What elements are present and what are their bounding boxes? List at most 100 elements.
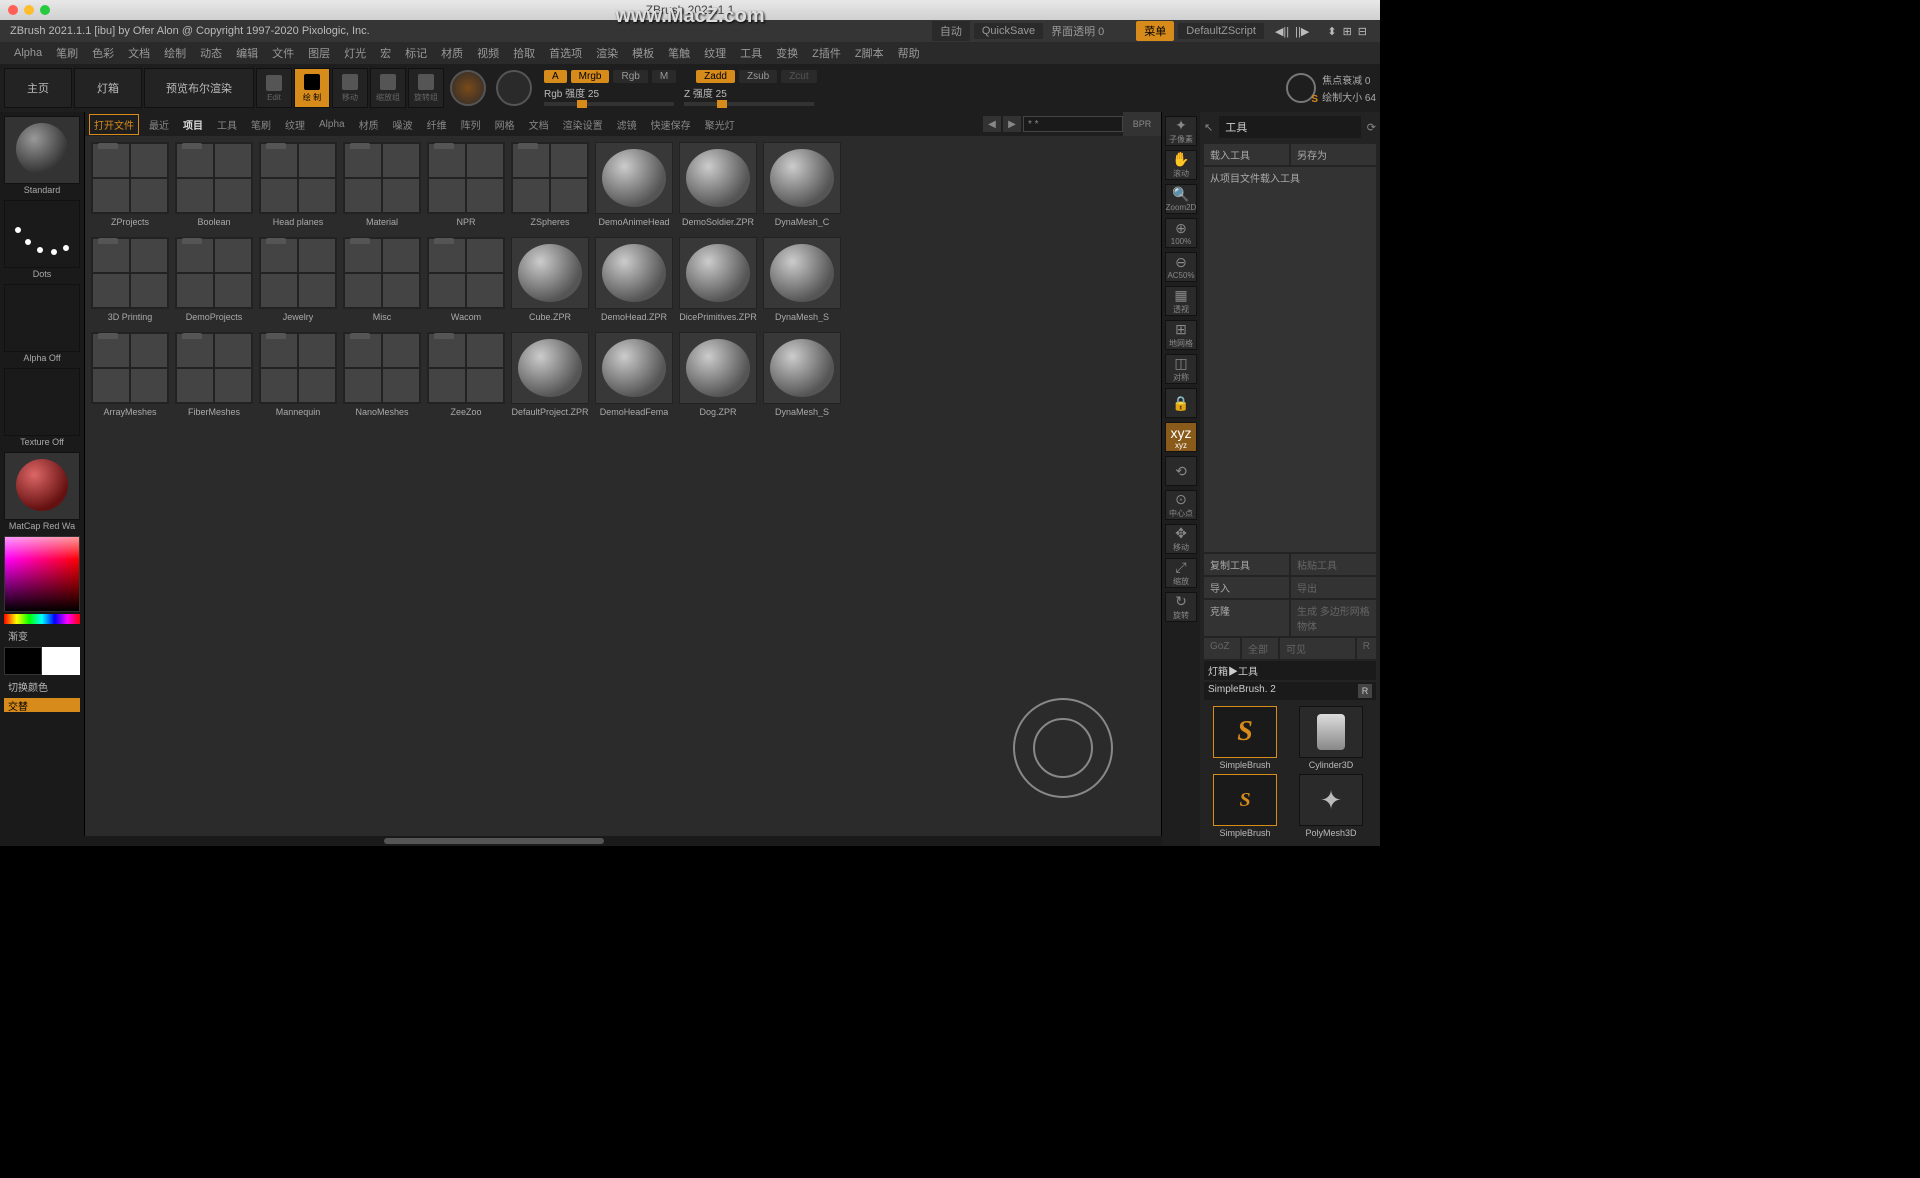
material-selector[interactable]	[4, 452, 80, 520]
tab-alpha[interactable]: Alpha	[315, 117, 349, 132]
menu-draw[interactable]: 绘制	[164, 45, 186, 61]
tab-document[interactable]: 文档	[525, 115, 553, 134]
file-item[interactable]: Head planes	[259, 142, 337, 227]
preview-boolean-render-button[interactable]: 预览布尔渲染	[144, 68, 254, 108]
file-item[interactable]: DemoProjects	[175, 237, 253, 322]
shelf-button-3[interactable]: ⊕100%	[1165, 218, 1197, 248]
shelf-button-8[interactable]: 🔒	[1165, 388, 1197, 418]
import-button[interactable]: 导入	[1204, 577, 1289, 598]
tool-simplebrush-1[interactable]: S SimpleBrush	[1204, 706, 1286, 770]
navigation-gyro-icon[interactable]	[1013, 698, 1113, 798]
sculptris-button[interactable]	[450, 70, 486, 106]
file-item[interactable]: Jewelry	[259, 237, 337, 322]
file-item[interactable]: Misc	[343, 237, 421, 322]
file-item[interactable]: Material	[343, 142, 421, 227]
edit-mode-button[interactable]: Edit	[256, 68, 292, 108]
menu-movie[interactable]: 视频	[477, 45, 499, 61]
import-from-project-button[interactable]: 从项目文件载入工具	[1204, 167, 1376, 552]
file-item[interactable]: Dog.ZPR	[679, 332, 757, 417]
shelf-button-6[interactable]: ⊞地网格	[1165, 320, 1197, 350]
file-item[interactable]: ZProjects	[91, 142, 169, 227]
tool-cylinder3d[interactable]: Cylinder3D	[1290, 706, 1372, 770]
file-item[interactable]: Wacom	[427, 237, 505, 322]
tab-brush[interactable]: 笔刷	[247, 115, 275, 134]
tool-polymesh3d[interactable]: ✦ PolyMesh3D	[1290, 774, 1372, 838]
shelf-button-14[interactable]: ↻旋转	[1165, 592, 1197, 622]
goz-button[interactable]: GoZ	[1204, 638, 1240, 659]
file-item[interactable]: Mannequin	[259, 332, 337, 417]
draw-size-slider[interactable]: 绘制大小 64	[1322, 89, 1376, 104]
tab-fiber[interactable]: 纤维	[423, 115, 451, 134]
shelf-button-0[interactable]: ✦子像素	[1165, 116, 1197, 146]
tab-noise[interactable]: 噪波	[389, 115, 417, 134]
tab-texture[interactable]: 纹理	[281, 115, 309, 134]
focal-shift-slider[interactable]: 焦点衰减 0	[1322, 72, 1376, 87]
color-picker[interactable]	[4, 536, 80, 612]
file-item[interactable]: DefaultProject.ZPR	[511, 332, 589, 417]
stroke-selector[interactable]	[4, 200, 80, 268]
file-item[interactable]: Cube.ZPR	[511, 237, 589, 322]
bpr-button[interactable]: BPR	[1123, 112, 1161, 136]
tab-render[interactable]: 渲染设置	[559, 115, 607, 134]
tab-project[interactable]: 项目	[179, 115, 207, 134]
make-polymesh-button[interactable]: 生成 多边形网格物体	[1291, 600, 1376, 636]
shelf-button-11[interactable]: ⊙中心点	[1165, 490, 1197, 520]
menu-layer[interactable]: 图层	[308, 45, 330, 61]
pin-icon[interactable]: ↖	[1204, 121, 1213, 134]
file-item[interactable]: DynaMesh_S	[763, 332, 841, 417]
menu-macro[interactable]: 宏	[380, 45, 391, 61]
paste-tool-button[interactable]: 粘贴工具	[1291, 554, 1376, 575]
tab-filter[interactable]: 滤镜	[613, 115, 641, 134]
minimize-window-button[interactable]	[24, 5, 34, 15]
quicksave-button[interactable]: QuickSave	[974, 23, 1043, 39]
layout-next-icon[interactable]: ||▶	[1292, 25, 1312, 38]
menu-edit[interactable]: 编辑	[236, 45, 258, 61]
color-swatches[interactable]	[4, 647, 80, 675]
tab-spotlight[interactable]: 聚光灯	[701, 115, 739, 134]
shelf-button-5[interactable]: ▦透视	[1165, 286, 1197, 316]
file-item[interactable]: NanoMeshes	[343, 332, 421, 417]
tab-array[interactable]: 阵列	[457, 115, 485, 134]
menu-zplugin[interactable]: Z插件	[812, 45, 841, 61]
mrgb-mode-button[interactable]: Mrgb	[571, 70, 610, 83]
z-intensity-slider[interactable]: Z 强度 25	[684, 85, 814, 106]
gyro-control[interactable]	[1286, 73, 1316, 103]
goz-visible-button[interactable]: 可见	[1280, 638, 1355, 659]
nav-back-button[interactable]: ◀	[983, 116, 1001, 132]
hue-slider[interactable]	[4, 614, 80, 624]
shelf-button-2[interactable]: 🔍Zoom2D	[1165, 184, 1197, 214]
save-as-button[interactable]: 另存为	[1291, 144, 1376, 165]
file-item[interactable]: 3D Printing	[91, 237, 169, 322]
menu-alpha[interactable]: Alpha	[14, 47, 42, 59]
goz-all-button[interactable]: 全部	[1242, 638, 1278, 659]
move-mode-button[interactable]: 移动	[332, 68, 368, 108]
file-item[interactable]: FiberMeshes	[175, 332, 253, 417]
shelf-button-9[interactable]: xyzxyz	[1165, 422, 1197, 452]
brush-selector[interactable]	[4, 116, 80, 184]
texture-selector[interactable]	[4, 368, 80, 436]
shelf-button-12[interactable]: ✥移动	[1165, 524, 1197, 554]
file-item[interactable]: NPR	[427, 142, 505, 227]
shelf-button-4[interactable]: ⊖AC50%	[1165, 252, 1197, 282]
r-badge[interactable]: R	[1358, 684, 1372, 698]
menu-document[interactable]: 文档	[128, 45, 150, 61]
menu-render[interactable]: 渲染	[596, 45, 618, 61]
menu-picker[interactable]: 拾取	[513, 45, 535, 61]
file-item[interactable]: Boolean	[175, 142, 253, 227]
path-input[interactable]	[1023, 116, 1123, 132]
m-mode-button[interactable]: M	[652, 70, 676, 83]
menu-transform[interactable]: 变换	[776, 45, 798, 61]
ui-transparency[interactable]: 界面透明 0	[1051, 23, 1104, 39]
file-item[interactable]: DynaMesh_S	[763, 237, 841, 322]
tab-mesh[interactable]: 网格	[491, 115, 519, 134]
file-item[interactable]: DemoSoldier.ZPR	[679, 142, 757, 227]
menu-stroke[interactable]: 笔触	[668, 45, 690, 61]
zadd-mode-button[interactable]: Zadd	[696, 70, 735, 83]
file-item[interactable]: DemoAnimeHead	[595, 142, 673, 227]
file-item[interactable]: DemoHeadFema	[595, 332, 673, 417]
tab-recent[interactable]: 最近	[145, 115, 173, 134]
copy-tool-button[interactable]: 复制工具	[1204, 554, 1289, 575]
draw-mode-button[interactable]: 绘 制	[294, 68, 330, 108]
tool-simplebrush-2[interactable]: S SimpleBrush	[1204, 774, 1286, 838]
switch-color-button[interactable]: 切换颜色	[4, 677, 80, 696]
